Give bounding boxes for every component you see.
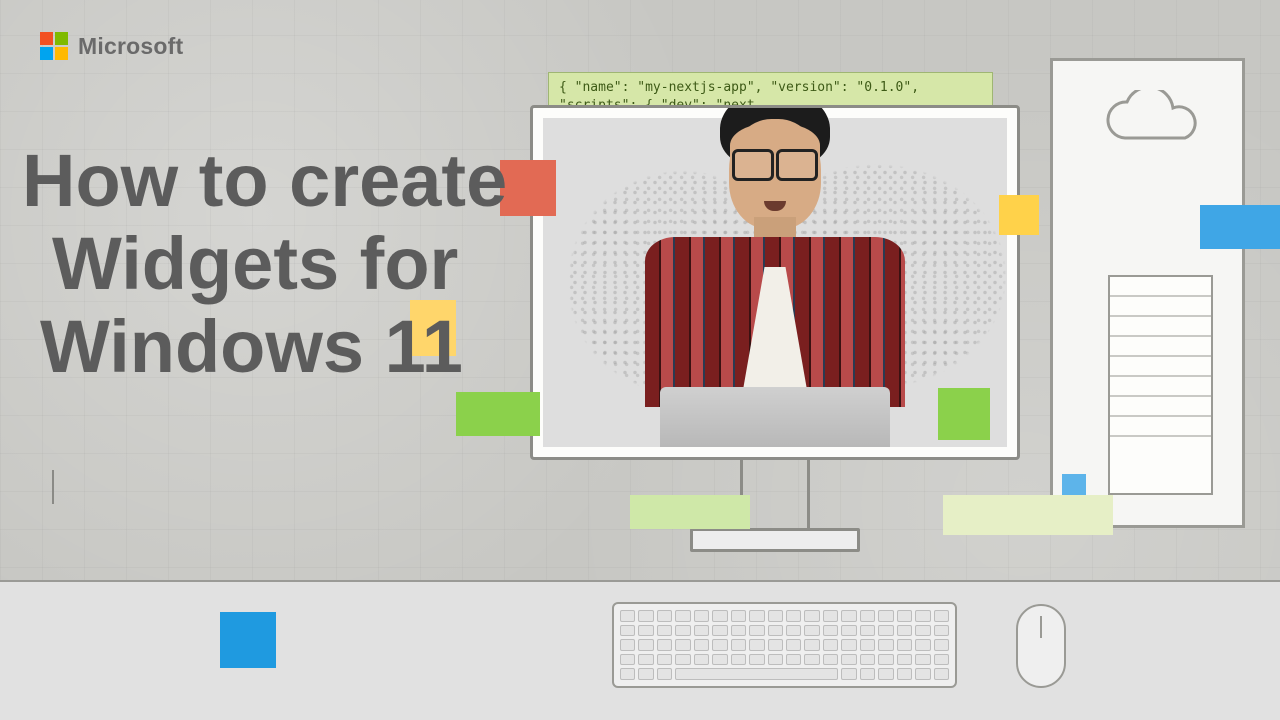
headline-line: How to create	[22, 140, 592, 223]
accent-square-green	[938, 388, 990, 440]
microsoft-logo-icon	[40, 32, 68, 60]
accent-strip-pale	[943, 495, 1113, 535]
microsoft-logo: Microsoft	[40, 32, 183, 60]
accent-square-blue	[220, 612, 276, 668]
microsoft-logo-text: Microsoft	[78, 33, 183, 60]
headline: How to create Widgets for Windows 11	[22, 140, 592, 389]
text-caret-decoration	[52, 470, 54, 504]
glasses-icon	[732, 149, 818, 175]
monitor-base	[690, 528, 860, 552]
thumbnail-stage: { "name": "my-nextjs-app", "version": "0…	[0, 0, 1280, 720]
headline-line: Widgets for	[22, 223, 592, 306]
mouse-icon	[1016, 604, 1066, 688]
laptop-icon	[660, 387, 890, 447]
presenter-illustration	[610, 147, 940, 447]
keyboard-icon	[612, 602, 957, 688]
cloud-icon	[1090, 90, 1210, 150]
headline-line: Windows 11	[22, 306, 592, 389]
server-rack-icon	[1108, 275, 1213, 495]
accent-square-yellow	[999, 195, 1039, 235]
accent-strip-green	[630, 495, 750, 529]
monitor-stand	[740, 460, 810, 528]
accent-square-green	[456, 392, 540, 436]
accent-bar-blue	[1200, 205, 1280, 249]
code-line: { "name": "my-nextjs-app", "version": "0…	[559, 79, 982, 97]
